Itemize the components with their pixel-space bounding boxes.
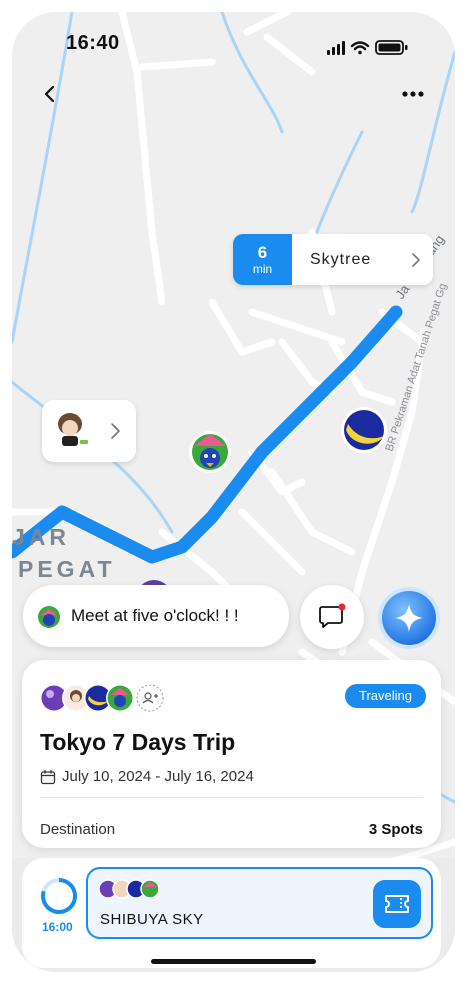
home-indicator	[151, 959, 316, 964]
eta-minutes-box: 6 min	[233, 234, 292, 285]
map-area-label-1: JAR	[12, 524, 71, 550]
message-bubble[interactable]: Meet at five o'clock! ! !	[23, 585, 289, 647]
phone-screen: BR Pekraman Adat Tanah Pegat Gg Ja Yeh G…	[12, 12, 455, 972]
friend-avatar	[58, 413, 88, 446]
assistant-button[interactable]	[377, 586, 441, 650]
back-button[interactable]	[34, 78, 66, 110]
chevron-right-icon	[111, 423, 120, 439]
more-icon	[402, 91, 424, 97]
friend-card[interactable]	[42, 400, 136, 462]
calendar-icon	[40, 769, 56, 784]
chevron-right-icon	[399, 234, 433, 285]
chat-icon	[319, 603, 346, 628]
wifi-icon	[350, 41, 370, 55]
trip-dates-text: July 10, 2024 - July 16, 2024	[62, 768, 254, 785]
stop-time: 16:00	[42, 920, 73, 934]
eta-unit: min	[252, 261, 273, 276]
map-area-label-2: PEGAT	[18, 556, 116, 582]
sparkle-icon	[378, 587, 440, 649]
status-bar: 16:40	[12, 12, 455, 72]
participant-avatars	[40, 684, 164, 712]
divider	[40, 797, 423, 798]
back-icon	[44, 85, 55, 103]
eta-destination: Skytree	[310, 250, 372, 268]
stop-card[interactable]: SHIBUYA SKY	[86, 867, 433, 939]
avatar-marker-banana[interactable]	[341, 407, 387, 453]
trip-dates: July 10, 2024 - July 16, 2024	[40, 768, 254, 785]
status-time: 16:40	[66, 32, 120, 54]
message-avatar	[38, 606, 60, 628]
trip-card[interactable]: Traveling Tokyo 7 Days Trip July 10, 202…	[22, 660, 441, 848]
status-badge: Traveling	[345, 684, 426, 708]
add-friend-icon	[136, 684, 164, 712]
eta-card[interactable]: 6 min Skytree	[233, 234, 433, 285]
status-icons	[327, 40, 408, 55]
stop-name: SHIBUYA SKY	[100, 911, 204, 928]
avatar-marker-bird[interactable]	[189, 431, 231, 473]
ticket-icon	[385, 895, 409, 913]
signal-icon	[327, 41, 345, 55]
eta-minutes: 6	[257, 242, 268, 262]
trip-title: Tokyo 7 Days Trip	[40, 729, 236, 755]
battery-icon	[375, 40, 408, 55]
stop-avatars	[98, 879, 160, 899]
destination-count[interactable]: 3 Spots	[369, 821, 423, 838]
more-button[interactable]	[393, 78, 433, 110]
ticket-button[interactable]	[373, 880, 421, 928]
chat-button[interactable]	[300, 585, 364, 649]
message-text: Meet at five o'clock! ! !	[71, 606, 239, 625]
destination-label: Destination	[40, 821, 116, 838]
progress-ring	[41, 878, 77, 914]
